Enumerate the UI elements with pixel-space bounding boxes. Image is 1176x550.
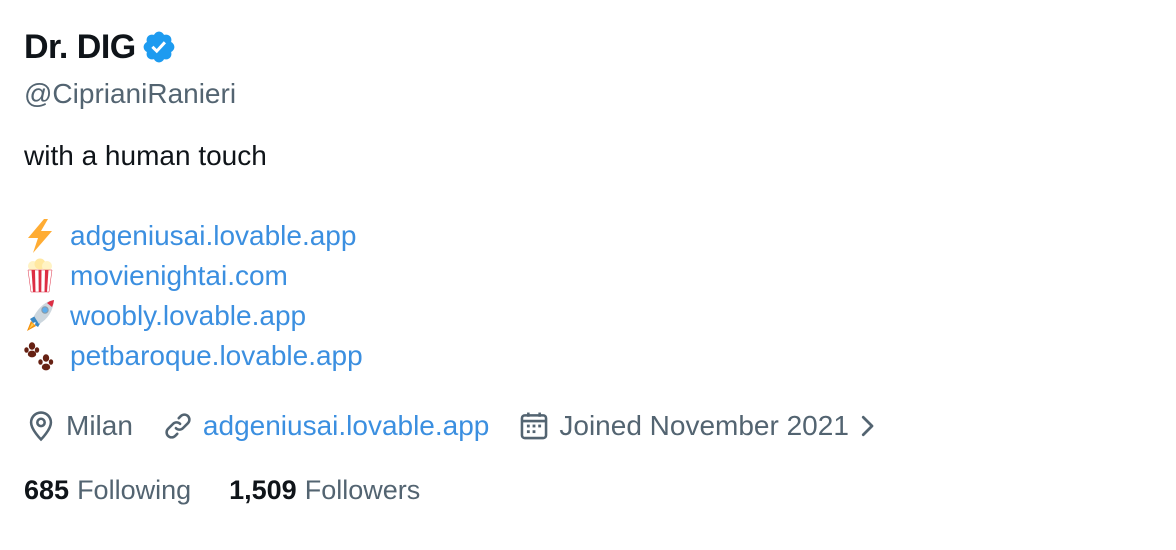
followers-label: Followers: [304, 474, 421, 505]
bio-text: with a human touch: [24, 140, 267, 171]
bio-link-adgeniusai[interactable]: adgeniusai.lovable.app: [70, 216, 356, 256]
verified-badge-icon[interactable]: [141, 29, 177, 65]
lightning-icon: [24, 218, 62, 254]
bio-link-row: movienightai.com: [24, 256, 1152, 296]
following-link[interactable]: 685 Following: [24, 475, 191, 506]
display-name: Dr. DIG: [24, 27, 136, 66]
user-handle: @CiprianiRanieri: [24, 78, 237, 109]
bio: with a human touch adgeniusai.lovable.ap…: [24, 136, 1152, 376]
calendar-icon: [517, 409, 551, 443]
profile-meta: Milan adgeniusai.lovable.app Joined Nove…: [24, 404, 1152, 448]
link-icon: [161, 409, 195, 443]
website-link[interactable]: adgeniusai.lovable.app: [203, 410, 489, 442]
join-date-text: Joined November 2021: [559, 410, 849, 441]
following-label: Following: [77, 474, 192, 505]
follow-stats: 685 Following 1,509 Followers: [24, 468, 1152, 512]
bio-link-row: woobly.lovable.app: [24, 296, 1152, 336]
location-pin-icon: [24, 409, 58, 443]
bio-link-row: adgeniusai.lovable.app: [24, 216, 1152, 256]
profile-header: Dr. DIG @CiprianiRanieri with a human to…: [24, 22, 1152, 512]
followers-link[interactable]: 1,509 Followers: [229, 475, 420, 506]
name-row: Dr. DIG: [24, 22, 1152, 72]
paw-prints-icon: [24, 338, 62, 374]
rocket-icon: [24, 298, 62, 334]
bio-link-woobly[interactable]: woobly.lovable.app: [70, 296, 306, 336]
bio-spacer: [24, 176, 1152, 216]
join-date[interactable]: Joined November 2021: [517, 409, 883, 443]
followers-count: 1,509: [229, 474, 297, 505]
bio-link-row: petbaroque.lovable.app: [24, 336, 1152, 376]
following-count: 685: [24, 474, 70, 505]
location: Milan: [24, 409, 133, 443]
location-text: Milan: [66, 410, 133, 441]
popcorn-icon: [24, 258, 62, 294]
bio-link-petbaroque[interactable]: petbaroque.lovable.app: [70, 336, 363, 376]
bio-link-movienightai[interactable]: movienightai.com: [70, 256, 288, 296]
website: adgeniusai.lovable.app: [161, 409, 489, 443]
chevron-right-icon[interactable]: [857, 411, 883, 441]
